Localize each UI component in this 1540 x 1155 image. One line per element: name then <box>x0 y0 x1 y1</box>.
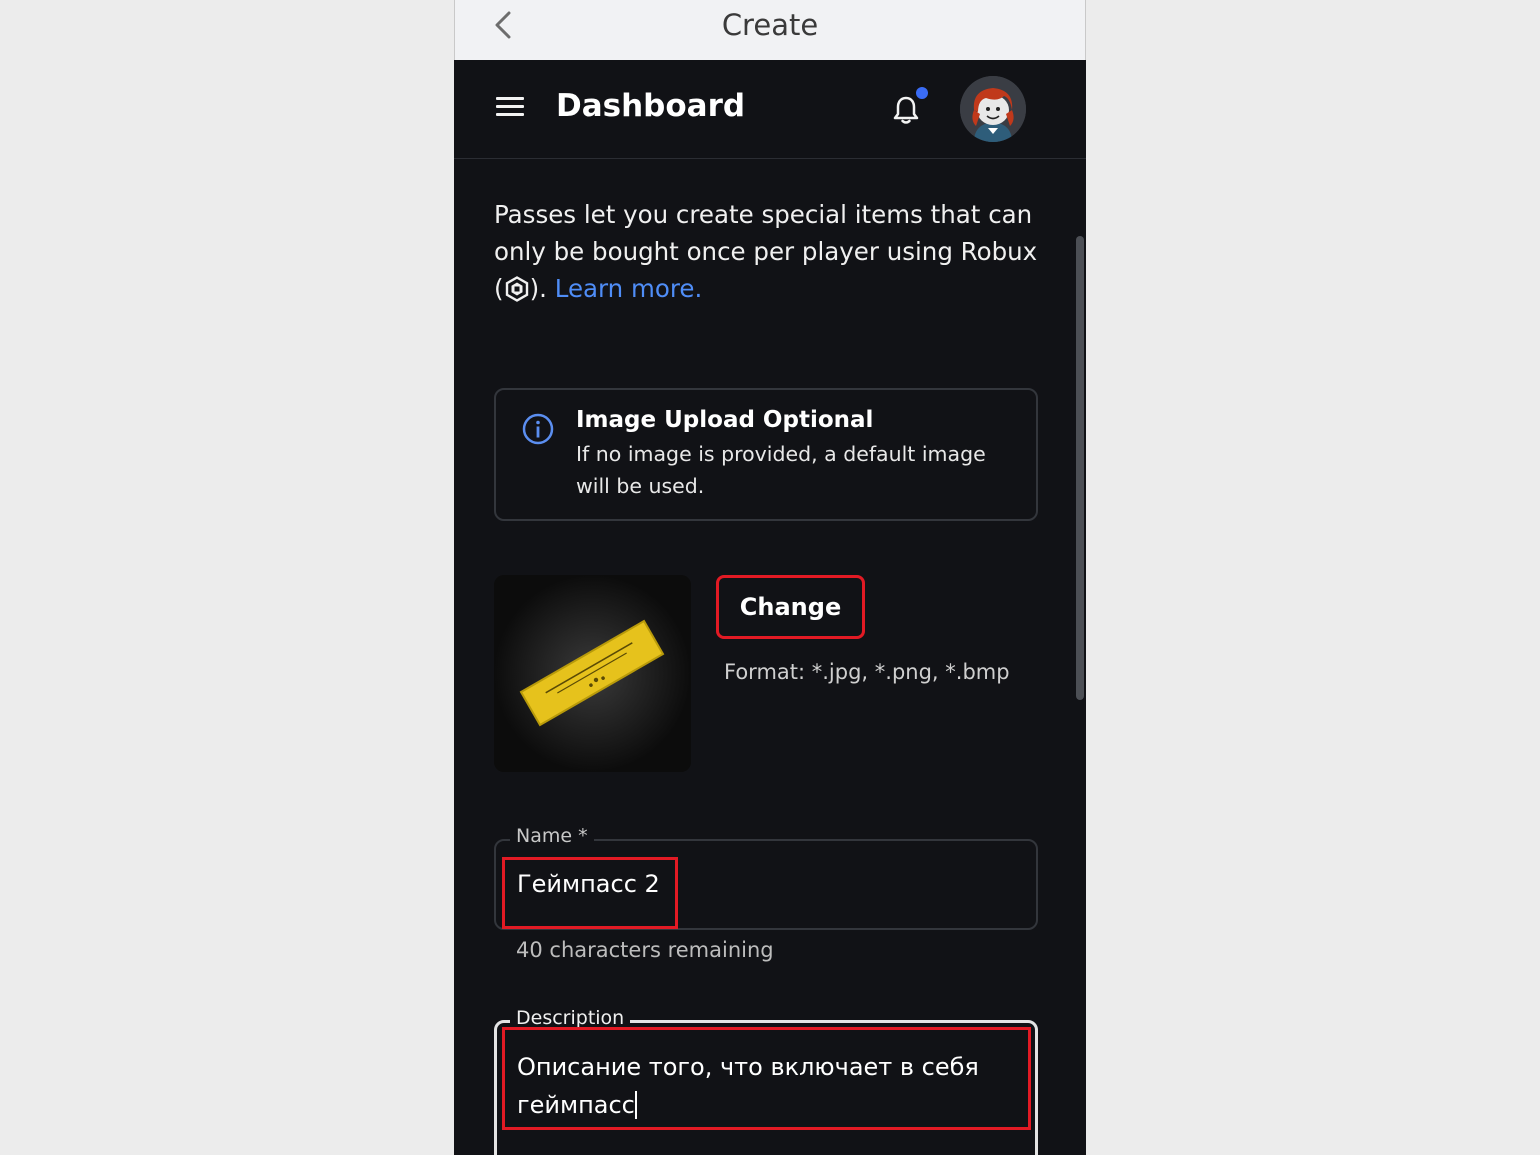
browser-top-bar: Create <box>454 0 1086 60</box>
info-text: If no image is provided, a default image… <box>576 442 986 498</box>
description-text: Описание того, что включает в себя геймп… <box>517 1053 979 1119</box>
name-field-label: Name * <box>510 825 594 847</box>
name-input[interactable]: Геймпасс 2 <box>502 857 678 929</box>
bell-icon[interactable] <box>890 94 922 126</box>
intro-section: Passes let you create special items that… <box>494 196 1039 307</box>
ticket-image <box>494 575 691 772</box>
intro-text: Passes let you create special items that… <box>494 200 1038 303</box>
phone-screen: Create Dashboard Passes let you create s… <box>454 0 1086 1155</box>
description-field-label: Description <box>510 1007 631 1029</box>
notification-dot <box>916 87 928 99</box>
info-title: Image Upload Optional <box>576 407 874 433</box>
menu-icon[interactable] <box>496 97 524 119</box>
text-caret <box>634 1091 637 1119</box>
info-icon <box>522 413 554 445</box>
description-input[interactable]: Описание того, что включает в себя геймп… <box>502 1027 1031 1130</box>
topbar-title: Create <box>721 8 819 42</box>
learn-more-link[interactable]: Learn more. <box>555 274 703 303</box>
name-characters-remaining: 40 characters remaining <box>516 938 774 962</box>
avatar[interactable] <box>960 76 1026 142</box>
avatar-image <box>960 76 1026 142</box>
robux-icon <box>505 276 528 302</box>
change-image-button[interactable]: Change <box>716 575 865 639</box>
dashboard-header: Dashboard <box>454 60 1086 159</box>
page-title: Dashboard <box>556 88 746 124</box>
image-upload-info-box: Image Upload Optional If no image is pro… <box>494 388 1038 521</box>
scrollbar[interactable] <box>1076 236 1084 700</box>
pass-image-thumbnail <box>494 575 691 772</box>
format-hint: Format: *.jpg, *.png, *.bmp <box>724 660 1010 684</box>
